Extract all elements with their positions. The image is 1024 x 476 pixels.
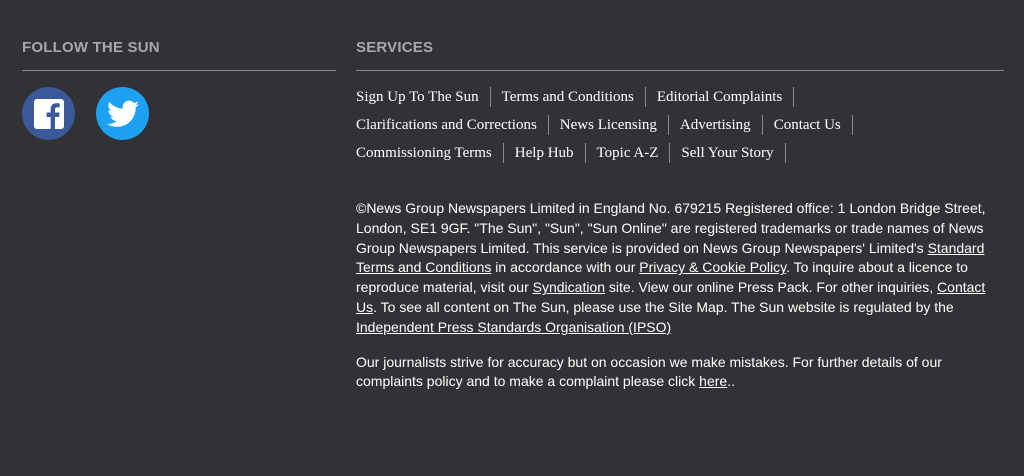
link-editorial-complaints[interactable]: Editorial Complaints — [646, 87, 795, 107]
link-sign-up[interactable]: Sign Up To The Sun — [356, 87, 491, 107]
link-news-licensing[interactable]: News Licensing — [549, 115, 669, 135]
privacy-policy-link[interactable]: Privacy & Cookie Policy — [639, 259, 786, 275]
legal-text: ©News Group Newspapers Limited in Englan… — [356, 199, 1004, 392]
follow-section: FOLLOW THE SUN — [22, 38, 336, 140]
ipso-link[interactable]: Independent Press Standards Organisation… — [356, 319, 671, 335]
legal-text-span: Our journalists strive for accuracy but … — [356, 353, 942, 390]
link-commissioning-terms[interactable]: Commissioning Terms — [356, 143, 504, 163]
accuracy-paragraph: Our journalists strive for accuracy but … — [356, 353, 1004, 393]
complaint-here-link[interactable]: here — [699, 373, 727, 389]
legal-text-span: . To see all content on The Sun, please … — [373, 298, 954, 315]
legal-text-span: in accordance with our — [491, 259, 640, 276]
services-heading: SERVICES — [356, 38, 1004, 71]
facebook-button[interactable] — [22, 87, 75, 140]
copyright-paragraph: ©News Group Newspapers Limited in Englan… — [356, 199, 1004, 338]
link-help-hub[interactable]: Help Hub — [504, 143, 586, 163]
link-contact-us[interactable]: Contact Us — [763, 115, 853, 135]
twitter-button[interactable] — [96, 87, 149, 140]
link-terms-and-conditions[interactable]: Terms and Conditions — [491, 87, 646, 107]
services-section: SERVICES Sign Up To The Sun Terms and Co… — [356, 38, 1004, 407]
services-links: Sign Up To The Sun Terms and Conditions … — [356, 83, 1004, 167]
legal-text-span: .. — [727, 373, 735, 390]
services-row: Commissioning Terms Help Hub Topic A-Z S… — [356, 139, 1004, 167]
legal-text-span: site. View our online Press Pack. For ot… — [605, 279, 938, 296]
legal-text-span: ©News Group Newspapers Limited in Englan… — [356, 200, 986, 256]
twitter-icon — [106, 100, 139, 127]
services-row: Clarifications and Corrections News Lice… — [356, 111, 1004, 139]
link-clarifications[interactable]: Clarifications and Corrections — [356, 115, 549, 135]
link-topic-a-z[interactable]: Topic A-Z — [586, 143, 671, 163]
link-sell-your-story[interactable]: Sell Your Story — [670, 143, 786, 163]
syndication-link[interactable]: Syndication — [533, 279, 605, 295]
facebook-icon — [33, 98, 64, 129]
link-advertising[interactable]: Advertising — [669, 115, 763, 135]
follow-heading: FOLLOW THE SUN — [22, 38, 336, 71]
services-row: Sign Up To The Sun Terms and Conditions … — [356, 83, 1004, 111]
site-footer: FOLLOW THE SUN SERVICES Sign Up To The S… — [0, 0, 1024, 476]
social-links — [22, 87, 336, 140]
